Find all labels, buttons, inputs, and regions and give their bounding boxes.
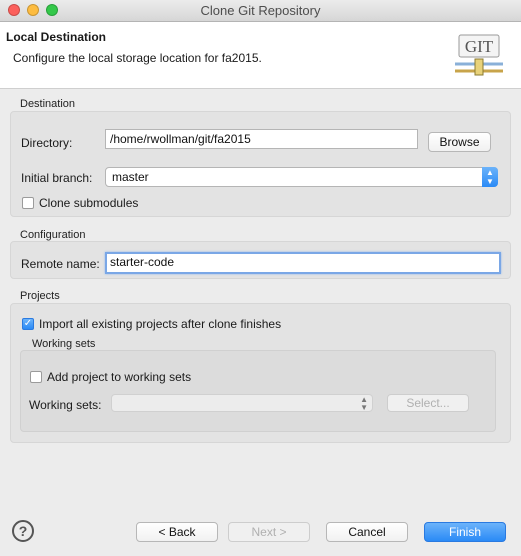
title-bar: Clone Git Repository: [0, 0, 521, 22]
back-button[interactable]: < Back: [136, 522, 218, 542]
add-to-working-sets-checkbox[interactable]: [30, 371, 42, 383]
destination-group: Directory: /home/rwollman/git/fa2015 Bro…: [10, 111, 511, 217]
clone-submodules-label: Clone submodules: [39, 196, 139, 210]
finish-button[interactable]: Finish: [424, 522, 506, 542]
working-sets-group-label: Working sets: [32, 338, 96, 350]
directory-input[interactable]: /home/rwollman/git/fa2015: [105, 129, 418, 149]
select-arrows-icon: ▲ ▼: [360, 395, 368, 412]
import-projects-label: Import all existing projects after clone…: [39, 317, 282, 331]
svg-text:GIT: GIT: [465, 37, 494, 56]
wizard-header: Local Destination Configure the local st…: [0, 22, 521, 89]
window-title: Clone Git Repository: [200, 3, 321, 18]
initial-branch-select[interactable]: master ▲ ▼: [105, 167, 498, 187]
working-sets-select[interactable]: ▲ ▼: [111, 394, 373, 412]
working-sets-group: Add project to working sets Working sets…: [20, 350, 496, 432]
directory-label: Directory:: [21, 136, 73, 150]
configuration-group: Remote name: starter-code: [10, 241, 511, 279]
help-icon[interactable]: ?: [12, 520, 34, 542]
git-logo-icon: GIT: [455, 33, 503, 81]
import-projects-checkbox[interactable]: ✓: [22, 318, 34, 330]
checkmark-icon: ✓: [23, 318, 33, 329]
projects-group-label: Projects: [20, 290, 60, 302]
select-working-sets-button[interactable]: Select...: [387, 394, 469, 412]
select-arrows-icon: ▲ ▼: [482, 167, 498, 187]
page-subtitle: Configure the local storage location for…: [13, 51, 262, 65]
initial-branch-label: Initial branch:: [21, 171, 93, 185]
destination-group-label: Destination: [20, 98, 76, 110]
next-button[interactable]: Next >: [228, 522, 310, 542]
remote-name-label: Remote name:: [21, 257, 100, 271]
initial-branch-value: master: [112, 170, 149, 184]
clone-submodules-checkbox[interactable]: [22, 197, 34, 209]
browse-button[interactable]: Browse: [428, 132, 491, 152]
wizard-content: Destination Directory: /home/rwollman/gi…: [0, 89, 521, 509]
wizard-footer: ? < Back Next > Cancel Finish: [0, 509, 521, 556]
add-to-working-sets-label: Add project to working sets: [47, 370, 192, 384]
working-sets-label: Working sets:: [29, 398, 102, 412]
remote-name-input[interactable]: starter-code: [105, 252, 501, 274]
cancel-button[interactable]: Cancel: [326, 522, 408, 542]
configuration-group-label: Configuration: [20, 229, 86, 241]
page-title: Local Destination: [6, 30, 107, 44]
